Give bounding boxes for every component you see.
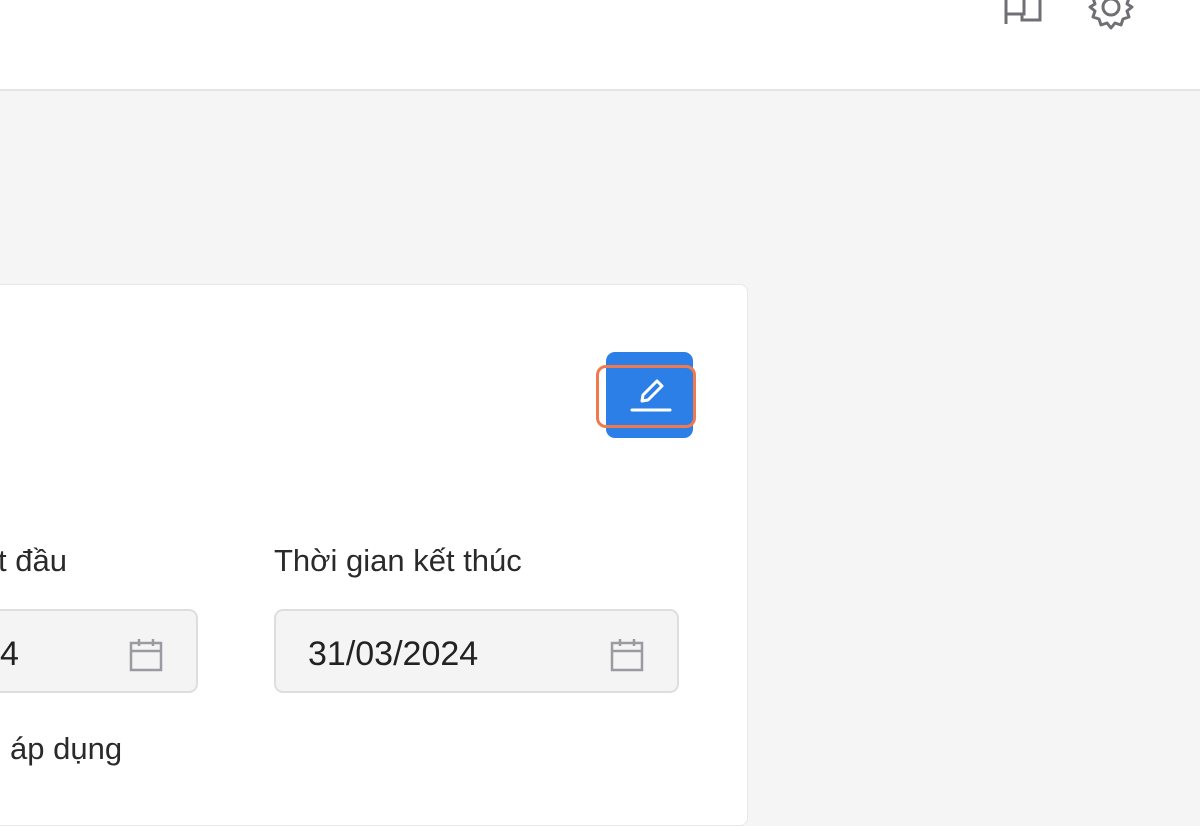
calendar-icon [609,637,645,673]
calendar-icon [128,637,164,673]
gear-icon[interactable] [1088,0,1134,30]
start-time-label: t đầu [0,543,67,578]
flag-icon[interactable] [1000,0,1046,30]
start-time-input[interactable]: 4 [0,609,198,693]
edit-icon [628,371,672,420]
edit-button[interactable] [606,352,693,438]
end-time-value: 31/03/2024 [308,635,479,673]
top-header-bar [0,0,1200,91]
start-time-value: 4 [0,635,19,673]
end-time-input[interactable]: 31/03/2024 [274,609,679,693]
end-time-label: Thời gian kết thúc [274,543,522,578]
applied-label: áp dụng [10,731,123,766]
